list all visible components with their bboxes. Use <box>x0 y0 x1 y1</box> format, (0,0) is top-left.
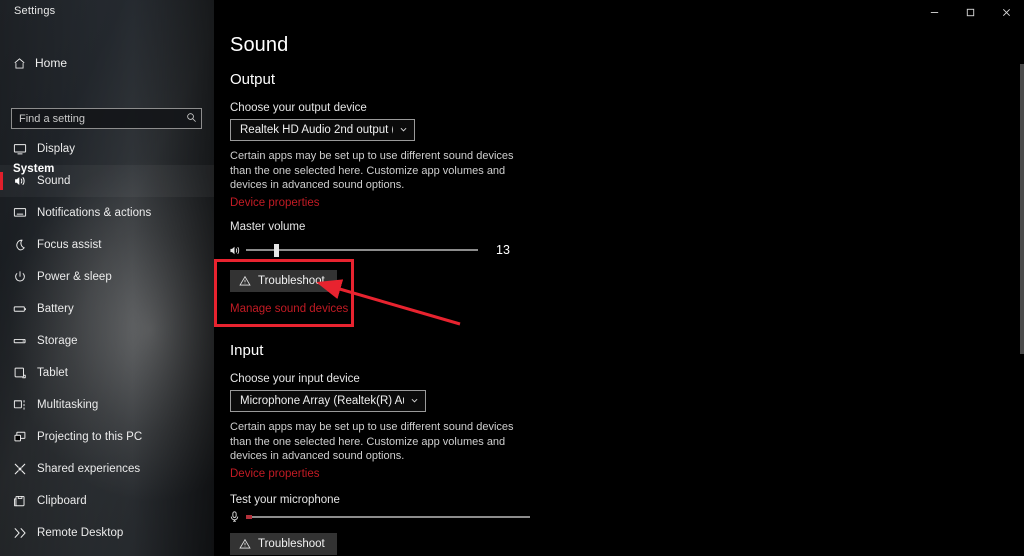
sidebar-item-multitasking[interactable]: Multitasking <box>0 389 214 421</box>
maximize-button[interactable] <box>952 0 988 24</box>
multitasking-icon <box>13 398 37 412</box>
master-volume-slider-row: 13 <box>228 243 528 257</box>
sidebar-item-label: Sound <box>37 175 71 187</box>
input-description: Certain apps may be set up to use differ… <box>230 421 514 462</box>
sidebar-item-label: Focus assist <box>37 239 102 251</box>
search-box[interactable] <box>11 108 202 129</box>
test-microphone-label: Test your microphone <box>230 494 340 506</box>
speaker-icon <box>13 174 37 188</box>
home-label: Home <box>35 56 68 70</box>
input-section-heading: Input <box>230 342 264 359</box>
volume-track <box>246 249 478 251</box>
sidebar-item-display[interactable]: Display <box>0 133 214 165</box>
sidebar-item-label: Notifications & actions <box>37 207 152 219</box>
sidebar-item-sound[interactable]: Sound <box>0 165 214 197</box>
scrollbar-thumb[interactable] <box>1020 64 1024 354</box>
volume-thumb[interactable] <box>274 244 280 257</box>
power-icon <box>13 270 37 284</box>
warning-triangle-icon <box>239 275 251 287</box>
microphone-level-row <box>228 510 538 523</box>
output-device-label: Choose your output device <box>230 102 367 114</box>
shared-experiences-icon <box>13 462 37 476</box>
sidebar-item-focus-assist[interactable]: Focus assist <box>0 229 214 261</box>
close-button[interactable] <box>988 0 1024 24</box>
master-volume-slider[interactable] <box>246 243 478 257</box>
vertical-scrollbar[interactable] <box>1020 24 1024 556</box>
microphone-level-meter <box>246 514 530 519</box>
clipboard-icon <box>13 494 37 508</box>
sidebar-item-storage[interactable]: Storage <box>0 325 214 357</box>
output-device-properties-link[interactable]: Device properties <box>230 197 319 209</box>
remote-desktop-icon <box>13 526 37 540</box>
sidebar-item-clipboard[interactable]: Clipboard <box>0 485 214 517</box>
sidebar-item-power-sleep[interactable]: Power & sleep <box>0 261 214 293</box>
sidebar-item-label: Remote Desktop <box>37 527 124 539</box>
sidebar-item-label: Shared experiences <box>37 463 141 475</box>
projecting-icon <box>13 430 37 444</box>
input-device-properties-link[interactable]: Device properties <box>230 468 319 480</box>
manage-sound-devices-link[interactable]: Manage sound devices <box>230 303 348 315</box>
notification-icon <box>13 206 37 220</box>
window-controls <box>916 0 1024 24</box>
sidebar-item-projecting-to-this-pc[interactable]: Projecting to this PC <box>0 421 214 453</box>
sidebar-item-battery[interactable]: Battery <box>0 293 214 325</box>
output-device-select[interactable]: Realtek HD Audio 2nd output (Realt... <box>230 119 415 141</box>
sidebar-item-label: Battery <box>37 303 74 315</box>
tablet-icon <box>13 366 37 380</box>
master-volume-label: Master volume <box>230 221 306 233</box>
master-volume-value: 13 <box>496 243 510 257</box>
storage-icon <box>13 334 37 348</box>
search-icon[interactable] <box>181 112 201 126</box>
output-troubleshoot-label: Troubleshoot <box>258 275 325 287</box>
warning-triangle-icon <box>239 538 251 550</box>
sidebar-item-label: Projecting to this PC <box>37 431 143 443</box>
microphone-icon <box>228 510 246 523</box>
home-icon <box>13 57 35 70</box>
search-input[interactable] <box>12 109 181 128</box>
microphone-level-fill <box>246 514 252 519</box>
sidebar-item-shared-experiences[interactable]: Shared experiences <box>0 453 214 485</box>
speaker-icon[interactable] <box>228 244 246 257</box>
sidebar-item-label: Tablet <box>37 367 68 379</box>
sidebar-item-label: Clipboard <box>37 495 87 507</box>
chevron-down-icon <box>404 396 419 407</box>
settings-window: Settings Home System DisplaySoundNotific… <box>0 0 1024 556</box>
sidebar-item-tablet[interactable]: Tablet <box>0 357 214 389</box>
output-troubleshoot-button[interactable]: Troubleshoot <box>230 270 337 292</box>
sidebar-item-label: Display <box>37 143 76 155</box>
page-title: Sound <box>230 34 289 56</box>
output-device-value: Realtek HD Audio 2nd output (Realt... <box>240 124 393 136</box>
battery-icon <box>13 302 37 316</box>
moon-icon <box>13 238 37 252</box>
output-section-heading: Output <box>230 71 276 88</box>
sidebar: Settings Home System DisplaySoundNotific… <box>0 0 214 556</box>
input-device-select[interactable]: Microphone Array (Realtek(R) Audio) <box>230 390 426 412</box>
sidebar-item-remote-desktop[interactable]: Remote Desktop <box>0 517 214 549</box>
monitor-icon <box>13 142 37 156</box>
input-device-value: Microphone Array (Realtek(R) Audio) <box>240 395 404 407</box>
minimize-button[interactable] <box>916 0 952 24</box>
app-title: Settings <box>14 5 56 17</box>
sidebar-item-home[interactable]: Home <box>0 50 214 76</box>
input-troubleshoot-button[interactable]: Troubleshoot <box>230 533 337 555</box>
output-description: Certain apps may be set up to use differ… <box>230 150 514 191</box>
sidebar-item-label: Power & sleep <box>37 271 112 283</box>
chevron-down-icon <box>393 125 408 136</box>
sidebar-item-notifications-actions[interactable]: Notifications & actions <box>0 197 214 229</box>
sidebar-nav-list: Display Sound Notifications & actions Focus… <box>0 133 214 549</box>
sidebar-item-label: Multitasking <box>37 399 99 411</box>
main-content: Sound Output Choose your output device R… <box>214 0 1024 556</box>
sidebar-item-label: Storage <box>37 335 78 347</box>
input-troubleshoot-label: Troubleshoot <box>258 538 325 550</box>
input-device-label: Choose your input device <box>230 373 360 385</box>
